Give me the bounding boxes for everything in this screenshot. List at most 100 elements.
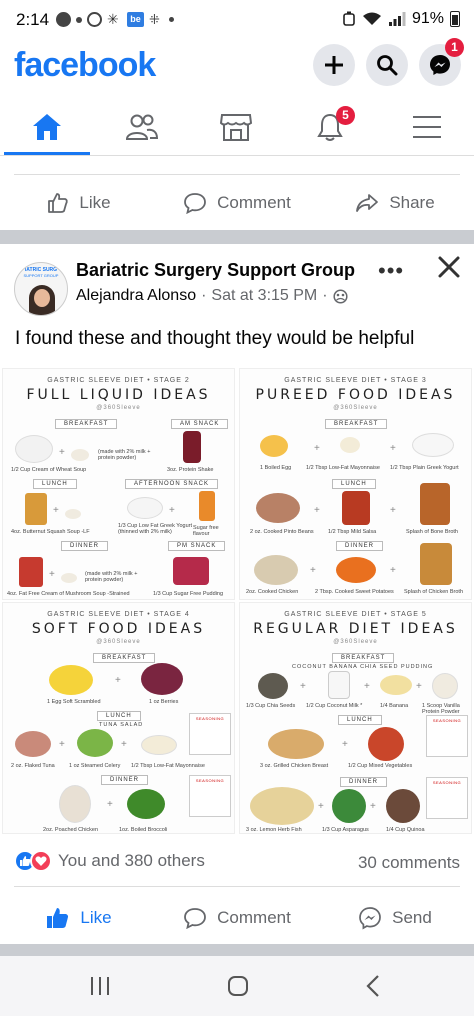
seasoning-label: SEASONING — [195, 778, 225, 783]
tuna-image — [15, 731, 51, 757]
recent-apps-button[interactable] — [88, 974, 112, 1003]
regular-diet-panel: GASTRIC SLEEVE DIET • STAGE 5 REGULAR DI… — [239, 602, 472, 834]
messenger-button[interactable]: 1 — [419, 38, 464, 86]
signal-icon — [388, 12, 406, 26]
messenger-icon — [430, 55, 450, 75]
mixed-vegetables-image — [368, 727, 404, 761]
comments-count[interactable]: 30 comments — [358, 853, 460, 873]
plus-sign: + — [107, 799, 113, 810]
plus-sign: + — [364, 681, 370, 692]
comment-button[interactable]: Comment — [158, 894, 316, 942]
panel-title: SOFT FOOD IDEAS — [31, 621, 206, 637]
plus-sign: + — [169, 505, 175, 516]
tab-friends[interactable] — [97, 98, 187, 156]
plus-sign: + — [121, 739, 127, 750]
tab-menu[interactable] — [382, 98, 472, 156]
mushroom-soup-image — [19, 557, 43, 587]
comment-button[interactable]: Comment — [158, 179, 316, 227]
tab-marketplace[interactable] — [191, 98, 281, 156]
hide-post-button[interactable] — [436, 254, 462, 285]
plus-sign: + — [300, 681, 306, 692]
reactions-summary[interactable]: You and 380 others — [14, 850, 205, 872]
food-label: 1/2 Cup Coconut Milk * — [306, 703, 363, 709]
panel-stage: GASTRIC SLEEVE DIET • STAGE 3 — [284, 377, 427, 384]
grilled-chicken-image — [268, 729, 324, 759]
meal-label: BREAKFAST — [55, 419, 118, 429]
food-label: 1/3 Cup Asparagus — [322, 827, 369, 833]
panel-handle: @360Sleeve — [96, 639, 141, 645]
send-button[interactable]: Send — [316, 894, 474, 942]
like-button[interactable]: Like — [0, 179, 158, 227]
chicken-broth-image — [420, 543, 452, 585]
behance-status-icon: be — [127, 12, 144, 27]
sweet-potatoes-image — [336, 557, 376, 583]
bone-broth-image — [420, 483, 450, 525]
group-avatar[interactable]: IATRIC SURG SUPPORT GROUP — [14, 262, 68, 316]
plus-sign: + — [115, 675, 121, 686]
share-icon — [356, 194, 379, 212]
cooked-chicken-image — [254, 555, 298, 585]
home-system-button[interactable] — [226, 974, 250, 1003]
mayonnaise-image — [340, 437, 360, 453]
food-label: Splash of Bone Broth — [406, 529, 458, 535]
search-button[interactable] — [366, 44, 408, 86]
back-system-button[interactable] — [362, 974, 386, 1003]
group-name[interactable]: Bariatric Surgery Support Group — [76, 260, 355, 281]
share-button[interactable]: Share — [316, 179, 474, 227]
post-author[interactable]: Alejandra Alonso — [76, 287, 196, 305]
plus-sign: + — [310, 565, 316, 576]
lemon-fish-image — [250, 787, 314, 825]
food-label: 2oz. Poached Chicken — [43, 827, 99, 833]
protein-powder-image — [71, 449, 89, 461]
app-header: facebook 1 — [0, 38, 474, 92]
plus-icon — [325, 56, 343, 74]
plus-sign: + — [59, 739, 65, 750]
plain-yogurt-image — [412, 433, 454, 457]
search-icon — [377, 55, 398, 76]
snowflake-status-icon: ✳ — [107, 11, 119, 27]
plus-sign: + — [390, 505, 396, 516]
panel-title: PUREED FOOD IDEAS — [255, 387, 456, 403]
panel-title: REGULAR DIET IDEAS — [253, 621, 458, 637]
greek-yogurt-image — [127, 497, 163, 519]
feed-divider — [0, 944, 474, 956]
like-button[interactable]: Like — [0, 894, 158, 942]
food-label: 3oz. Protein Shake — [167, 467, 214, 473]
pureed-food-panel: GASTRIC SLEEVE DIET • STAGE 3 PUREED FOO… — [239, 368, 472, 600]
cream-of-wheat-image — [15, 435, 53, 463]
more-options-button[interactable]: ••• — [378, 258, 404, 284]
panel-stage: GASTRIC SLEEVE DIET • STAGE 5 — [284, 611, 427, 618]
wellness-status-icon — [87, 12, 102, 27]
facebook-logo[interactable]: facebook — [14, 46, 156, 85]
tab-home[interactable] — [2, 98, 92, 156]
asparagus-image — [332, 789, 366, 823]
plus-sign: + — [416, 681, 422, 692]
food-label: 1/2 Tbsp Low-Fat Mayonnaise — [131, 763, 205, 769]
post-image[interactable]: GASTRIC SLEEVE DIET • STAGE 2 FULL LIQUI… — [0, 366, 474, 836]
system-navigation-bar — [0, 956, 474, 1016]
recent-apps-icon — [91, 977, 109, 995]
create-button[interactable] — [313, 44, 355, 86]
food-label: 2 Tbsp. Cooked Sweet Potatoes — [315, 589, 394, 595]
post-time[interactable]: Sat at 3:15 PM — [211, 287, 317, 305]
friends-icon — [125, 114, 159, 140]
dot-status-icon — [76, 16, 82, 23]
sub-title: TUNA SALAD — [99, 722, 144, 728]
plus-sign: + — [390, 565, 396, 576]
food-label: 1/2 Tbsp Low-Fat Mayonnaise — [306, 465, 380, 471]
food-label: Sugar free flavour — [193, 525, 219, 537]
back-chevron-icon — [366, 975, 379, 997]
meal-label: LUNCH — [332, 479, 376, 489]
meta-separator: · — [201, 287, 207, 304]
food-label: 4oz. Fat Free Cream of Mushroom Soup -St… — [7, 591, 130, 597]
seasoning-box: SEASONING — [426, 777, 468, 819]
post-meta: Alejandra Alonso · Sat at 3:15 PM · — [76, 287, 348, 305]
squash-soup-image — [25, 493, 47, 525]
group-members-icon — [333, 288, 348, 304]
home-circle-icon — [228, 976, 248, 996]
food-label: 1/2 Cup Mixed Vegetables — [348, 763, 413, 769]
meal-label: BREAKFAST — [325, 419, 388, 429]
tab-notifications[interactable]: 5 — [285, 98, 375, 156]
slack-status-icon: ⁜ — [149, 12, 160, 27]
separator-line — [14, 886, 460, 887]
